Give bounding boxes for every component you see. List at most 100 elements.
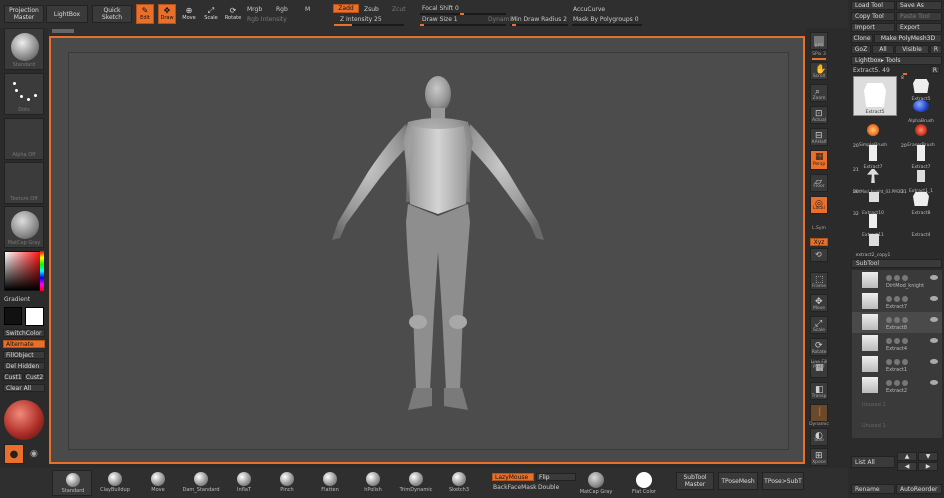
floor-button[interactable]: ▱	[810, 174, 828, 192]
tool-item[interactable]: 20 Extract7	[901, 144, 941, 170]
brush-selector[interactable]: Standard	[4, 28, 44, 70]
brush-item[interactable]: TrimDynamic	[396, 470, 436, 496]
red-material-sphere-icon[interactable]	[4, 400, 44, 440]
subtool-toggle-icon[interactable]	[902, 338, 908, 344]
arrow-left-button[interactable]: ◀	[897, 462, 917, 471]
tool-item[interactable]: AlphaBrush	[901, 98, 941, 124]
subtool-row[interactable]: DirtMod_knight	[852, 270, 942, 292]
tpose-subt-button[interactable]: TPose>SubT	[762, 472, 804, 490]
subtool-master-button[interactable]: SubTool Master	[676, 472, 714, 490]
secondary-color-swatch[interactable]	[4, 307, 22, 325]
goz-button[interactable]: GoZ	[851, 45, 871, 54]
tposemesh-button[interactable]: TPoseMesh	[718, 472, 758, 490]
zadd-button[interactable]: Zadd	[333, 4, 359, 13]
alternate-button[interactable]: Alternate	[3, 340, 45, 348]
rotate-axis-button[interactable]: ⟲	[810, 248, 828, 262]
move-down-button[interactable]: ▼	[918, 452, 938, 461]
subtool-toggle-icon[interactable]	[886, 296, 892, 302]
m-toggle[interactable]: M	[305, 6, 310, 13]
rename-button[interactable]: Rename	[851, 484, 895, 494]
subtool-toggle-icon[interactable]	[902, 359, 908, 365]
subtool-toggle-icon[interactable]	[894, 380, 900, 386]
subtool-toggle-icon[interactable]	[886, 338, 892, 344]
zsub-button[interactable]: Zsub	[364, 6, 379, 13]
brush-item[interactable]: Move	[138, 470, 178, 496]
eye-icon[interactable]	[930, 296, 938, 301]
subtool-toggle-icon[interactable]	[902, 296, 908, 302]
zcut-button[interactable]: Zcut	[392, 6, 406, 13]
brush-item[interactable]: Pinch	[267, 470, 307, 496]
subtool-toggle-icon[interactable]	[894, 317, 900, 323]
subtool-row[interactable]: Extract7	[852, 291, 942, 313]
alpha-selector[interactable]: Alpha Off	[4, 118, 44, 160]
del-hidden-button[interactable]: Del Hidden	[3, 362, 45, 370]
brush-item[interactable]: Dam_Standard	[181, 470, 221, 496]
brush-item[interactable]: Standard	[52, 470, 92, 496]
z-intensity-slider[interactable]: Z Intensity 25	[340, 16, 382, 23]
lightbox-tools-button[interactable]: Lightbox▸ Tools	[851, 56, 942, 65]
eye-icon[interactable]	[930, 317, 938, 322]
subtool-row[interactable]: Extract1	[852, 354, 942, 376]
r-button[interactable]: R	[930, 45, 942, 54]
paste-tool-button[interactable]: Paste Tool	[896, 12, 942, 21]
scale-button[interactable]: ⤢ Scale	[202, 4, 220, 24]
rgb-toggle[interactable]: Rgb	[276, 6, 288, 13]
double-toggle[interactable]: Double	[538, 484, 559, 491]
current-tool-slider[interactable]	[903, 73, 907, 75]
export-button[interactable]: Export	[896, 23, 942, 32]
switch-color-button[interactable]: SwitchColor	[3, 329, 45, 337]
material-selector[interactable]: MatCap Gray	[4, 206, 44, 248]
human-model[interactable]	[328, 72, 548, 417]
make-polymesh-button[interactable]: Make PolyMesh3D	[874, 34, 942, 43]
brush-item[interactable]: Flatten	[310, 470, 350, 496]
lightbox-button[interactable]: LightBox	[46, 5, 88, 23]
mask-by-polygroups-slider[interactable]: Mask By Polygroups 0	[573, 16, 639, 23]
auto-reorder-button[interactable]: AutoReorder	[896, 484, 942, 494]
tool-item[interactable]: Extract5	[853, 76, 897, 116]
fill-object-button[interactable]: FillObject	[3, 351, 45, 359]
subtool-toggle-icon[interactable]	[886, 380, 892, 386]
arrow-right-button[interactable]: ▶	[918, 462, 938, 471]
tool-item[interactable]: 20 Extract7	[853, 144, 893, 170]
quick-sketch-button[interactable]: Quick Sketch	[92, 5, 132, 23]
clear-all-button[interactable]: Clear All	[3, 384, 45, 392]
subtool-row[interactable]: Extract8	[852, 312, 942, 334]
subtool-toggle-icon[interactable]	[894, 359, 900, 365]
subtool-toggle-icon[interactable]	[894, 275, 900, 281]
subtool-toggle-icon[interactable]	[886, 359, 892, 365]
flip-button[interactable]: Flip	[536, 473, 576, 481]
subtool-toggle-icon[interactable]	[902, 380, 908, 386]
min-draw-radius-slider[interactable]: Min Draw Radius 2	[511, 16, 567, 23]
subtool-toggle-icon[interactable]	[902, 275, 908, 281]
eye-icon[interactable]	[930, 380, 938, 385]
gradient-toggle[interactable]: Gradient	[4, 296, 30, 303]
local-button[interactable]: ◎	[810, 196, 828, 214]
import-button[interactable]: Import	[851, 23, 895, 32]
rotate-button[interactable]: ⟳ Rotate	[224, 4, 242, 24]
subtool-header[interactable]: SubTool	[851, 259, 942, 268]
tool-item[interactable]: Extract4	[901, 212, 941, 238]
draw-size-slider[interactable]: Draw Size 1	[422, 16, 458, 23]
solo-button[interactable]: ◐	[810, 428, 828, 446]
cust2-button[interactable]: Cust2	[24, 373, 45, 381]
subtool-toggle-icon[interactable]	[894, 338, 900, 344]
eye-icon[interactable]	[930, 338, 938, 343]
canvas-scroll-handle[interactable]	[52, 29, 74, 33]
texture-selector[interactable]: Texture Off	[4, 162, 44, 204]
subtool-row[interactable]: Unused 1	[852, 396, 942, 418]
ghost-button[interactable]: ❘	[810, 404, 828, 422]
xyz-button[interactable]: Xyz	[810, 238, 828, 246]
list-all-button[interactable]: List All	[851, 456, 895, 468]
all-button[interactable]: All	[872, 45, 894, 54]
draw-button[interactable]: ✥ Draw	[158, 4, 176, 24]
edit-button[interactable]: ✎ Edit	[136, 4, 154, 24]
subtool-row[interactable]: Extract2	[852, 375, 942, 397]
flat-color-icon[interactable]	[636, 472, 652, 488]
light-bulb-icon[interactable]: ●	[4, 444, 24, 464]
current-tool-r-button[interactable]: R	[930, 66, 940, 74]
matcap-gray-icon[interactable]	[588, 472, 604, 488]
load-tool-button[interactable]: Load Tool	[851, 1, 895, 10]
subtool-toggle-icon[interactable]	[902, 317, 908, 323]
mrgb-toggle[interactable]: Mrgb	[247, 6, 262, 13]
subtool-toggle-icon[interactable]	[886, 275, 892, 281]
